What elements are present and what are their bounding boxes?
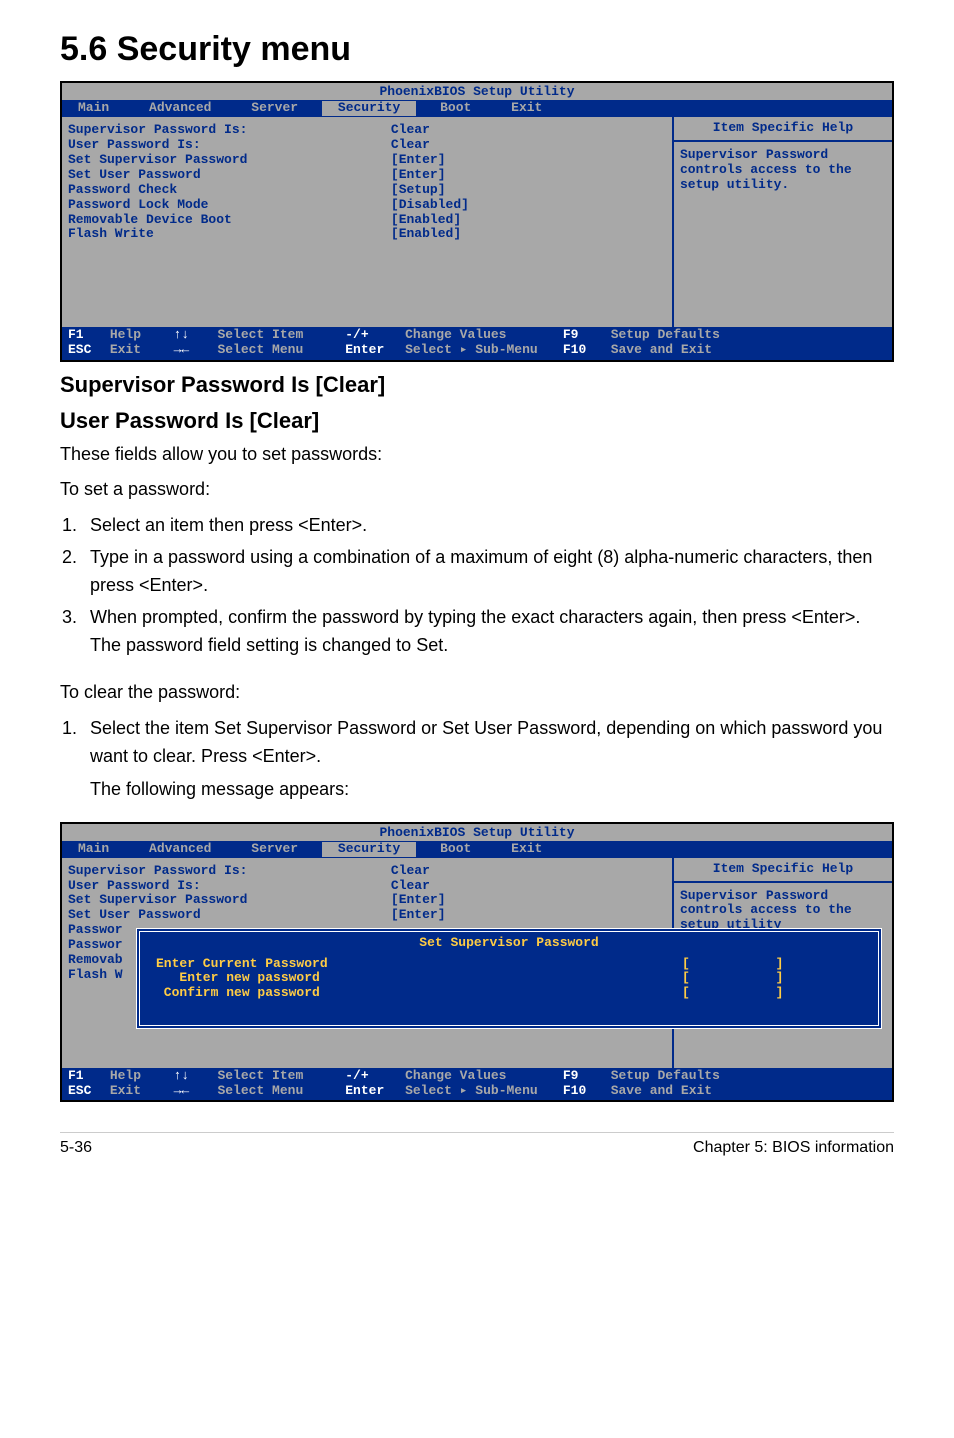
popup-new-password[interactable]: Enter new password[ ] [156, 971, 862, 986]
tab-advanced[interactable]: Advanced [133, 101, 227, 116]
message-appears: The following message appears: [90, 777, 894, 802]
help-text: Supervisor Password controls access to t… [680, 148, 886, 193]
step-3: When prompted, confirm the password by t… [82, 604, 894, 660]
subheading-supervisor: Supervisor Password Is [Clear] [60, 372, 894, 398]
page-number: 5-36 [60, 1139, 92, 1157]
bios-row-removable[interactable]: Removable Device Boot[Enabled] [68, 213, 666, 228]
bios-row-flash[interactable]: Flash Write[Enabled] [68, 227, 666, 242]
tab-server[interactable]: Server [235, 101, 314, 116]
clear-password-steps: Select the item Set Supervisor Password … [60, 715, 894, 802]
tab-exit[interactable]: Exit [495, 101, 558, 116]
subheading-user: User Password Is [Clear] [60, 408, 894, 434]
bios-row-lock[interactable]: Password Lock Mode[Disabled] [68, 198, 666, 213]
bios-footer: F1 Help ↑↓ Select Item -/+ Change Values… [62, 327, 892, 360]
bios-row-supervisor[interactable]: Supervisor Password Is:Clear [68, 123, 666, 138]
bios-row-check[interactable]: Password Check[Setup] [68, 183, 666, 198]
arrow-updown-icon: ↑↓ [174, 328, 210, 343]
bios-screenshot-1: PhoenixBIOS Setup Utility Main Advanced … [60, 81, 894, 362]
bios-row-user[interactable]: User Password Is:Clear [68, 138, 666, 153]
popup-current-password[interactable]: Enter Current Password[ ] [156, 957, 862, 972]
bios-help-panel: Item Specific Help Supervisor Password c… [672, 117, 892, 327]
bios-tab-bar: Main Advanced Server Security Boot Exit [62, 100, 892, 117]
page-footer: 5-36 Chapter 5: BIOS information [60, 1132, 894, 1157]
tab-security[interactable]: Security [322, 101, 416, 116]
chapter-label: Chapter 5: BIOS information [693, 1139, 894, 1157]
step-2: Type in a password using a combination o… [82, 544, 894, 600]
help-title: Item Specific Help [680, 121, 886, 138]
bios-row-set-supervisor[interactable]: Set Supervisor Password[Enter] [68, 153, 666, 168]
tab-boot[interactable]: Boot [424, 101, 487, 116]
popup-title: Set Supervisor Password [156, 936, 862, 951]
popup-confirm-password[interactable]: Confirm new password[ ] [156, 986, 862, 1001]
bios-screenshot-2: PhoenixBIOS Setup Utility Main Advanced … [60, 822, 894, 1103]
page-heading: 5.6 Security menu [60, 30, 894, 69]
step-1: Select an item then press <Enter>. [82, 512, 894, 540]
intro-text-3: To clear the password: [60, 680, 894, 705]
intro-text-1: These fields allow you to set passwords: [60, 442, 894, 467]
clear-step-1: Select the item Set Supervisor Password … [82, 715, 894, 802]
tab-main[interactable]: Main [62, 101, 125, 116]
bios-left-panel: Supervisor Password Is:Clear User Passwo… [62, 117, 672, 327]
arrow-leftright-icon: →← [174, 343, 210, 358]
bios-title: PhoenixBIOS Setup Utility [62, 83, 892, 100]
intro-text-2: To set a password: [60, 477, 894, 502]
bios-title-2: PhoenixBIOS Setup Utility [62, 824, 892, 841]
password-popup: Set Supervisor Password Enter Current Pa… [136, 928, 882, 1030]
bios-tab-bar-2: Main Advanced Server Security Boot Exit [62, 841, 892, 858]
bios-footer-2: F1 Help ↑↓ Select Item -/+ Change Values… [62, 1068, 892, 1101]
bios-row-set-user[interactable]: Set User Password[Enter] [68, 168, 666, 183]
set-password-steps: Select an item then press <Enter>. Type … [60, 512, 894, 659]
